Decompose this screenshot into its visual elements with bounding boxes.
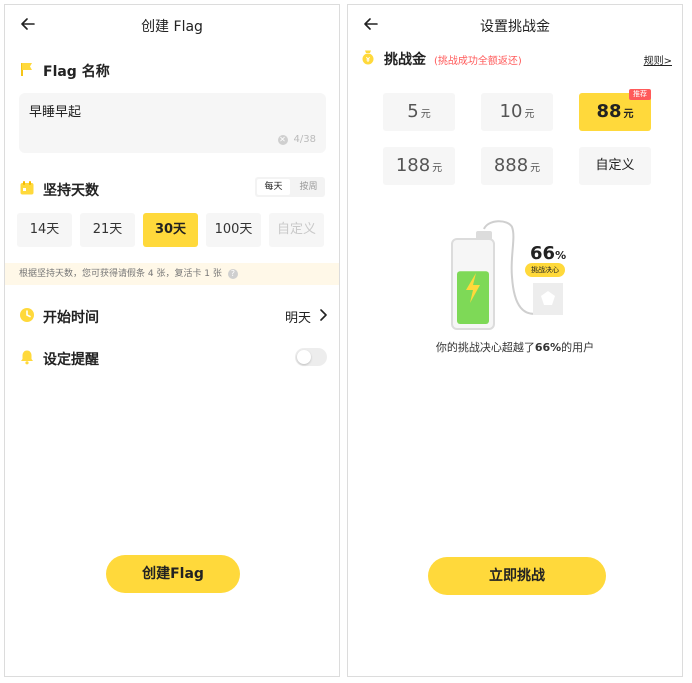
recommend-badge: 推荐 (629, 89, 651, 100)
days-option-custom[interactable]: 自定义 (269, 213, 324, 247)
beat-suffix: 的用户 (561, 341, 595, 354)
rules-link[interactable]: 规则> (644, 52, 672, 67)
start-challenge-button[interactable]: 立即挑战 (428, 557, 606, 595)
days-label: 坚持天数 (43, 183, 99, 199)
resolve-percent-value: 66 (530, 243, 556, 264)
coin-icon (360, 49, 376, 69)
page-title: 设置挑战金 (480, 19, 550, 35)
frequency-toggle: 每天 按周 (255, 177, 325, 197)
calendar-icon (19, 180, 35, 200)
deposit-subtitle: (挑战成功全额返还) (434, 55, 522, 67)
beat-value: 66% (534, 341, 562, 354)
amount-value: 888 (493, 155, 529, 176)
start-time-row[interactable]: 开始时间 (19, 307, 99, 327)
amount-option-10[interactable]: 10 元 (481, 93, 553, 131)
amount-value: 188 (395, 155, 431, 176)
reminder-toggle[interactable] (295, 348, 327, 366)
days-option-100[interactable]: 100天 (206, 213, 261, 247)
flag-name-label-row: Flag 名称 (19, 61, 110, 81)
challenge-deposit-screen: 设置挑战金 挑战金 (挑战成功全额返还) 规则> 5元 10 元 推荐 88 元 18… (347, 4, 683, 677)
days-option-30[interactable]: 30天 (143, 213, 198, 247)
flag-name-label: Flag 名称 (43, 64, 110, 80)
frequency-daily[interactable]: 每天 (257, 179, 290, 195)
create-flag-button[interactable]: 创建Flag (106, 555, 240, 593)
char-counter: ✕ 4/38 (277, 134, 316, 145)
bell-icon (19, 349, 35, 369)
reward-hint-text: 根据坚持天数，您可获得请假条 4 张，复活卡 1 张 (19, 269, 222, 279)
clock-icon (19, 307, 35, 327)
reminder-label: 设定提醒 (43, 352, 99, 368)
resolve-percent: 66% (530, 243, 566, 264)
deposit-label: 挑战金 (384, 52, 426, 68)
amount-unit: 元 (524, 109, 535, 120)
resolve-percent-sign: % (555, 249, 567, 262)
reminder-toggle-wrap (295, 348, 327, 366)
amount-unit: 元 (420, 109, 431, 120)
amount-option-5[interactable]: 5元 (383, 93, 455, 131)
amount-unit: 元 (432, 163, 443, 174)
beat-prefix: 你的挑战决心超越了 (435, 341, 535, 354)
flag-name-value: 早睡早起 (29, 105, 82, 120)
flag-icon (19, 61, 35, 81)
char-count: 4/38 (293, 134, 316, 145)
page-title: 创建 Flag (141, 19, 203, 35)
frequency-weekly[interactable]: 按周 (292, 177, 325, 197)
amount-option-888[interactable]: 888 元 (481, 147, 553, 185)
amount-unit: 元 (623, 109, 634, 120)
chevron-right-icon (319, 308, 327, 325)
amount-option-88[interactable]: 推荐 88 元 (579, 89, 651, 131)
help-icon[interactable]: ? (227, 269, 238, 279)
amount-value: 10 (499, 101, 523, 122)
deposit-label-row: 挑战金 (挑战成功全额返还) (360, 49, 522, 69)
flag-name-input[interactable]: 早睡早起 ✕ 4/38 (19, 93, 326, 153)
battery-icon (451, 231, 495, 330)
amount-option-188[interactable]: 188 元 (383, 147, 455, 185)
days-label-row: 坚持天数 (19, 180, 99, 200)
amount-value: 5 (407, 101, 419, 122)
reminder-row: 设定提醒 (19, 349, 99, 369)
amount-option-custom[interactable]: 自定义 (579, 147, 651, 185)
create-flag-screen: 创建 Flag Flag 名称 早睡早起 ✕ 4/38 坚持天数 每天 按周 1… (4, 4, 340, 677)
days-options: 14天 21天 30天 100天 自定义 (17, 213, 324, 247)
reward-hint: 根据坚持天数，您可获得请假条 4 张，复活卡 1 张 ? (5, 263, 339, 285)
amount-value: 88 (596, 101, 622, 122)
beat-users-text: 你的挑战决心超越了66%的用户 (348, 339, 682, 355)
days-option-21[interactable]: 21天 (80, 213, 135, 247)
amount-unit: 元 (530, 163, 541, 174)
amount-options: 5元 10 元 推荐 88 元 188 元 888 元 自定义 (383, 89, 651, 185)
clear-icon[interactable]: ✕ (277, 134, 288, 145)
days-option-14[interactable]: 14天 (17, 213, 72, 247)
plug-icon (533, 283, 563, 315)
start-time-value-group[interactable]: 明天 (285, 307, 327, 326)
start-time-label: 开始时间 (43, 310, 99, 326)
resolve-tag: 挑战决心 (525, 263, 565, 277)
start-time-value: 明天 (284, 311, 311, 326)
